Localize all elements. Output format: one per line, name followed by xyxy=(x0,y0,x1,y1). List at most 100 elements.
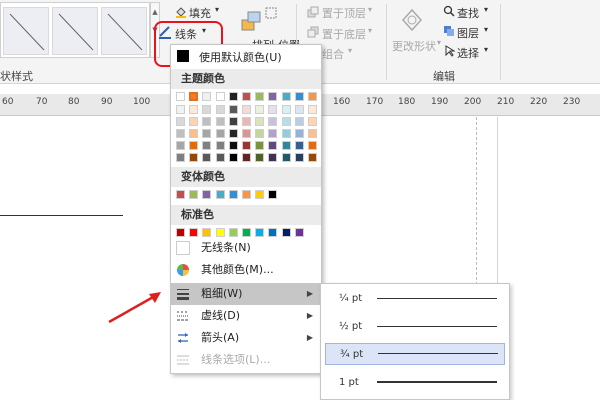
color-swatch[interactable] xyxy=(215,105,225,114)
color-swatch[interactable] xyxy=(281,129,291,138)
color-swatch[interactable] xyxy=(242,153,251,162)
color-swatch[interactable] xyxy=(255,105,265,114)
color-swatch[interactable] xyxy=(176,105,185,114)
drawn-line-shape[interactable] xyxy=(0,215,123,216)
color-swatch[interactable] xyxy=(202,228,212,237)
color-swatch[interactable] xyxy=(242,92,251,101)
color-swatch[interactable] xyxy=(242,117,251,126)
line-options-item[interactable]: 线条选项(L)... xyxy=(171,349,321,371)
color-swatch[interactable] xyxy=(255,129,265,138)
color-swatch[interactable] xyxy=(189,228,199,237)
weight-option-quarter[interactable]: ¼ pt xyxy=(325,288,505,310)
shape-style-thumb[interactable] xyxy=(3,7,49,55)
color-swatch[interactable] xyxy=(189,141,199,150)
color-swatch[interactable] xyxy=(228,105,238,114)
color-swatch[interactable] xyxy=(294,105,304,114)
color-swatch[interactable] xyxy=(215,190,225,199)
color-swatch[interactable] xyxy=(189,92,199,101)
shape-style-gallery[interactable] xyxy=(0,2,150,58)
color-swatch[interactable] xyxy=(189,117,199,126)
color-swatch[interactable] xyxy=(308,129,317,138)
color-swatch[interactable] xyxy=(281,141,291,150)
color-swatch[interactable] xyxy=(228,129,238,138)
color-swatch[interactable] xyxy=(202,105,212,114)
group-button[interactable]: 组合 xyxy=(322,46,344,62)
color-swatch[interactable] xyxy=(215,129,225,138)
color-swatch[interactable] xyxy=(189,190,199,199)
color-swatch[interactable] xyxy=(255,153,265,162)
find-button[interactable]: 查找 xyxy=(457,5,479,21)
more-colors-item[interactable]: 其他颜色(M)... xyxy=(171,259,321,281)
color-swatch[interactable] xyxy=(176,92,185,101)
color-swatch[interactable] xyxy=(294,129,304,138)
color-swatch[interactable] xyxy=(242,190,251,199)
color-swatch[interactable] xyxy=(294,92,304,101)
color-swatch[interactable] xyxy=(308,153,317,162)
color-swatch[interactable] xyxy=(255,228,265,237)
color-swatch[interactable] xyxy=(281,117,291,126)
no-line-item[interactable]: 无线条(N) xyxy=(171,237,321,259)
color-swatch[interactable] xyxy=(255,141,265,150)
dashes-item[interactable]: 虚线(D) ▶ xyxy=(171,305,321,327)
send-to-back-button[interactable]: 置于底层 xyxy=(322,26,366,42)
weight-option-one[interactable]: 1 pt xyxy=(325,372,505,394)
color-swatch[interactable] xyxy=(215,117,225,126)
color-swatch[interactable] xyxy=(228,141,238,150)
color-swatch[interactable] xyxy=(255,190,265,199)
color-swatch[interactable] xyxy=(255,117,265,126)
bring-to-front-button[interactable]: 置于顶层 xyxy=(322,5,366,21)
color-swatch[interactable] xyxy=(228,117,238,126)
color-swatch[interactable] xyxy=(255,92,265,101)
color-swatch[interactable] xyxy=(202,129,212,138)
color-swatch[interactable] xyxy=(268,141,278,150)
color-swatch[interactable] xyxy=(268,117,278,126)
color-swatch[interactable] xyxy=(308,92,317,101)
color-swatch[interactable] xyxy=(242,228,251,237)
default-color-item[interactable]: 使用默认颜色(U) xyxy=(199,49,282,65)
color-swatch[interactable] xyxy=(228,92,238,101)
select-button[interactable]: 选择 xyxy=(457,45,479,61)
color-swatch[interactable] xyxy=(268,129,278,138)
color-swatch[interactable] xyxy=(189,129,199,138)
color-swatch[interactable] xyxy=(176,117,185,126)
weight-item[interactable]: 粗细(W) ▶ xyxy=(171,283,321,305)
layers-button[interactable]: 图层 xyxy=(457,25,479,41)
color-swatch[interactable] xyxy=(202,92,212,101)
change-shape-button[interactable]: 更改形状 xyxy=(392,38,436,54)
color-swatch[interactable] xyxy=(189,153,199,162)
color-swatch[interactable] xyxy=(281,228,291,237)
color-swatch[interactable] xyxy=(228,153,238,162)
color-swatch[interactable] xyxy=(308,117,317,126)
color-swatch[interactable] xyxy=(242,129,251,138)
color-swatch[interactable] xyxy=(294,141,304,150)
color-swatch[interactable] xyxy=(228,190,238,199)
weight-option-three-quarter[interactable]: ¾ pt xyxy=(325,343,505,365)
color-swatch[interactable] xyxy=(176,228,185,237)
color-swatch[interactable] xyxy=(281,92,291,101)
color-swatch[interactable] xyxy=(176,153,185,162)
shape-style-thumb[interactable] xyxy=(101,7,147,55)
color-swatch[interactable] xyxy=(242,141,251,150)
color-swatch[interactable] xyxy=(202,141,212,150)
arrows-item[interactable]: 箭头(A) ▶ xyxy=(171,327,321,349)
color-swatch[interactable] xyxy=(215,92,225,101)
fill-button[interactable]: 填充 xyxy=(189,5,211,21)
color-swatch[interactable] xyxy=(268,153,278,162)
color-swatch[interactable] xyxy=(228,228,238,237)
color-swatch[interactable] xyxy=(242,105,251,114)
shape-style-thumb[interactable] xyxy=(52,7,98,55)
color-swatch[interactable] xyxy=(215,153,225,162)
color-swatch[interactable] xyxy=(215,228,225,237)
color-swatch[interactable] xyxy=(268,190,278,199)
color-swatch[interactable] xyxy=(308,105,317,114)
color-swatch[interactable] xyxy=(189,105,199,114)
color-swatch[interactable] xyxy=(176,190,185,199)
weight-option-half[interactable]: ½ pt xyxy=(325,316,505,338)
color-swatch[interactable] xyxy=(294,228,304,237)
color-swatch[interactable] xyxy=(202,153,212,162)
color-swatch[interactable] xyxy=(215,141,225,150)
color-swatch[interactable] xyxy=(176,129,185,138)
color-swatch[interactable] xyxy=(308,141,317,150)
color-swatch[interactable] xyxy=(202,117,212,126)
color-swatch[interactable] xyxy=(176,141,185,150)
